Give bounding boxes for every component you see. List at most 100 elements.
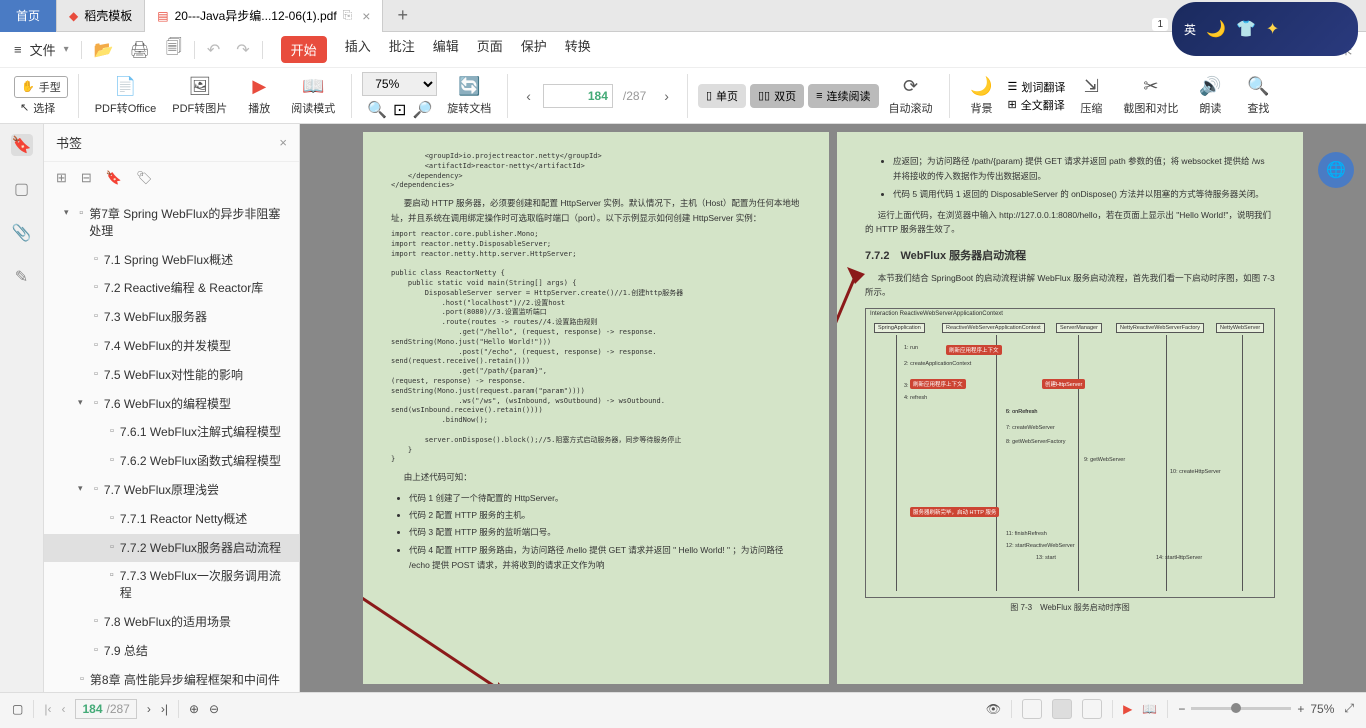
autoscroll-button[interactable]: ⟳自动滚动 [883,76,939,116]
tab-home[interactable]: 首页 [0,0,57,32]
attachment-rail-icon[interactable]: 📎 [11,222,33,244]
sb-remove-page[interactable]: ⊖ [209,702,219,716]
compress-button[interactable]: ⇲压缩 [1069,76,1113,116]
rotate-button[interactable]: 🔄旋转文档 [441,76,497,116]
sb-page-indicator[interactable]: 184 /287 [75,699,136,719]
sb-add-page[interactable]: ⊕ [189,702,199,716]
sb-zoom-out[interactable]: − [1178,702,1185,716]
pdf-to-image-button[interactable]: 🖼PDF转图片 [166,76,233,116]
sb-view-double[interactable] [1052,699,1072,719]
page-total: /287 [617,89,652,103]
bookmark-close-icon[interactable]: × [279,135,287,150]
sb-book-icon[interactable]: 📖 [1142,702,1157,716]
bookmark-rail-icon[interactable]: 🔖 [11,134,33,156]
background-button[interactable]: 🌙背景 [960,76,1004,116]
bookmark-item[interactable]: ▫7.6.1 WebFlux注解式编程模型 [44,418,299,447]
bookmark-item[interactable]: ▫7.5 WebFlux对性能的影响 [44,361,299,390]
find-button[interactable]: 🔍查找 [1236,76,1280,116]
next-page-button[interactable]: › [656,88,677,104]
open-icon[interactable]: 📂 [94,40,114,60]
sb-next-page[interactable]: › [147,702,151,716]
document-viewport[interactable]: <groupId>io.projectreactor.netty</groupI… [300,124,1366,692]
sb-view-icon[interactable]: ▢ [12,702,23,716]
file-menu[interactable]: 文件 [30,40,56,59]
bookmark-item[interactable]: ▫7.7.3 WebFlux一次服务调用流程 [44,562,299,608]
redo-icon[interactable]: ↷ [236,40,249,60]
diagram-step: 6: onRefresh [1006,409,1038,415]
print-icon[interactable]: 🗐 [166,36,182,63]
zoom-select[interactable]: 75% [362,72,437,96]
floating-translate-button[interactable]: 🌐 [1318,152,1354,188]
ribbon-tab-page[interactable]: 页面 [477,36,503,63]
annotation-rail-icon[interactable]: ✎ [11,266,33,288]
menu-bar: ≡ 文件 ▾ 📂 🖨 🗐 ↶ ↷ 开始 插入 批注 编辑 页面 保护 转换 ☁ … [0,32,1366,68]
bookmark-item[interactable]: ▫7.9 总结 [44,637,299,666]
ribbon-tab-edit[interactable]: 编辑 [433,36,459,63]
read-mode-button[interactable]: 📖阅读模式 [285,76,341,116]
sb-expand-icon[interactable]: ⤢ [1344,701,1354,716]
zoom-out-icon[interactable]: 🔍 [367,100,387,120]
ribbon-tab-protect[interactable]: 保护 [521,36,547,63]
sb-first-page[interactable]: |‹ [44,702,51,716]
ribbon-tab-comment[interactable]: 批注 [389,36,415,63]
sb-prev-page[interactable]: ‹ [61,702,65,716]
thumbnail-rail-icon[interactable]: ▢ [11,178,33,200]
play-button[interactable]: ▶播放 [237,76,281,116]
bullet-list-right-top: 应返回；为访问路径 /path/{param} 提供 GET 请求并返回 pat… [893,154,1275,202]
tts-button[interactable]: 🔊朗读 [1188,76,1232,116]
bookmark-item[interactable]: ▫7.3 WebFlux服务器 [44,303,299,332]
full-translate-button[interactable]: ⊞全文翻译 [1008,97,1066,113]
bm-tool-1[interactable]: ⊞ [56,170,67,186]
ribbon-tab-convert[interactable]: 转换 [565,36,591,63]
sb-zoom-in[interactable]: + [1297,702,1304,716]
bookmark-item[interactable]: ▫7.1 Spring WebFlux概述 [44,246,299,275]
page-input[interactable] [543,84,613,108]
save-icon[interactable]: 🖨 [130,40,150,60]
tab-pin-icon[interactable]: ⎘ [343,8,353,23]
ribbon-tab-start[interactable]: 开始 [281,36,327,63]
word-translate-button[interactable]: ☰划词翻译 [1008,79,1066,95]
bookmark-item[interactable]: ▫7.2 Reactive编程 & Reactor库 [44,274,299,303]
bm-tool-4[interactable]: 🏷 [136,170,153,186]
undo-icon[interactable]: ↶ [207,40,220,60]
prev-page-button[interactable]: ‹ [518,88,539,104]
tab-add-button[interactable]: + [383,5,422,26]
continuous-icon: ≡ [816,90,822,102]
theme-widget[interactable]: 英 🌙 👕 ✦ [1172,2,1358,56]
pdf-to-office-button[interactable]: 📄PDF转Office [89,76,163,116]
bookmark-item[interactable]: ▫第8章 高性能异步编程框架和中间件 [44,666,299,692]
sb-eye-icon[interactable]: 👁 [986,702,1001,716]
tab-template[interactable]: ◆ 稻壳模板 [57,0,145,32]
sb-view-continuous[interactable] [1082,699,1102,719]
bookmark-item[interactable]: ▾▫第7章 Spring WebFlux的异步非阻塞处理 [44,200,299,246]
bookmark-item[interactable]: ▾▫7.6 WebFlux的编程模型 [44,390,299,419]
bookmark-item[interactable]: ▾▫7.7 WebFlux原理浅尝 [44,476,299,505]
sb-zoom-value: 75% [1310,702,1334,716]
para-r1: 运行上面代码，在浏览器中输入 http://127.0.0.1:8080/hel… [865,208,1275,237]
ribbon-tab-insert[interactable]: 插入 [345,36,371,63]
bookmark-item[interactable]: ▫7.8 WebFlux的适用场景 [44,608,299,637]
single-page-button[interactable]: ▯单页 [698,84,746,108]
section-heading: 7.7.2 WebFlux 服务器启动流程 [865,247,1275,263]
bookmark-item[interactable]: ▫7.7.1 Reactor Netty概述 [44,505,299,534]
tab-document[interactable]: ▤ 20---Java异步编...12-06(1).pdf ⎘ × [145,0,383,32]
bookmark-item[interactable]: ▫7.4 WebFlux的并发模型 [44,332,299,361]
tab-close-icon[interactable]: × [362,8,370,24]
hamburger-icon[interactable]: ≡ [14,42,22,57]
sb-view-single[interactable] [1022,699,1042,719]
screenshot-button[interactable]: ✂截图和对比 [1117,76,1184,116]
select-tool-button[interactable]: ↖选择 [14,100,68,116]
bm-tool-2[interactable]: ⊟ [81,170,92,186]
continuous-button[interactable]: ≡连续阅读 [808,84,878,108]
bm-tool-3[interactable]: 🔖 [106,170,122,186]
zoom-fit-icon[interactable]: ⊡ [393,100,406,120]
sb-play-icon[interactable]: ▶ [1123,702,1132,716]
bookmark-item[interactable]: ▫7.6.2 WebFlux函数式编程模型 [44,447,299,476]
speaker-icon: 🔊 [1199,76,1221,98]
hand-tool-button[interactable]: ✋手型 [14,76,68,98]
sb-last-page[interactable]: ›| [161,702,168,716]
bookmark-item[interactable]: ▫7.7.2 WebFlux服务器启动流程 [44,534,299,563]
zoom-in-icon[interactable]: 🔎 [412,100,432,120]
sb-zoom-slider[interactable] [1191,707,1291,710]
double-page-button[interactable]: ▯▯双页 [750,84,804,108]
